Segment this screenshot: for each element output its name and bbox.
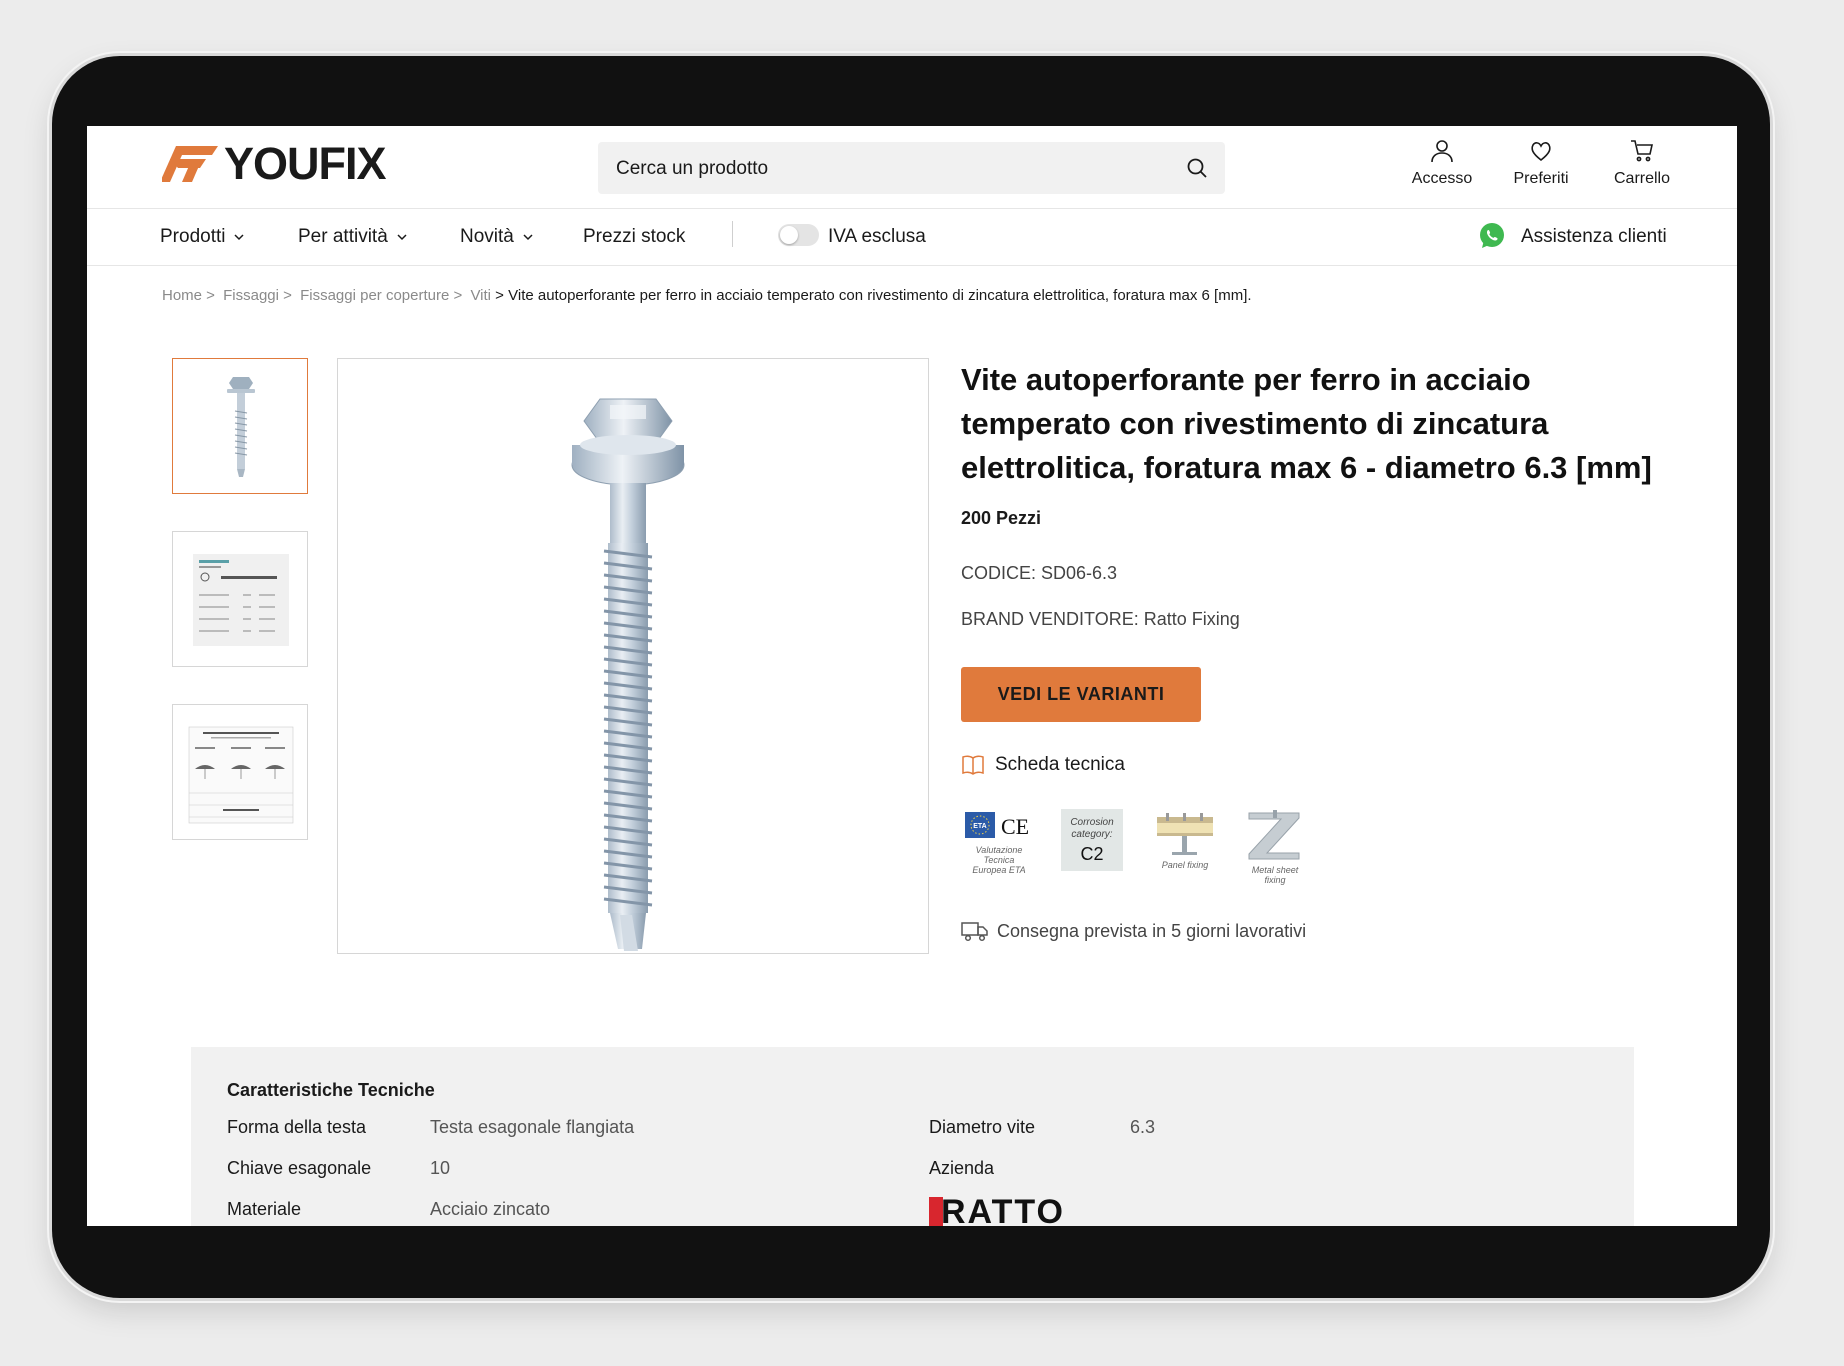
truck-icon — [961, 922, 988, 942]
favorites-button[interactable]: Preferiti — [1504, 138, 1578, 188]
panel-fixing-icon — [1157, 813, 1213, 855]
eta-ce-badge: ETA CE Valutazione Tecnica Europea ETA — [963, 809, 1035, 877]
search-icon[interactable] — [1185, 156, 1209, 180]
vat-toggle[interactable] — [778, 224, 819, 246]
screw-thumbnail-icon — [227, 377, 255, 477]
breadcrumb-current: Vite autoperforante per ferro in acciaio… — [508, 287, 1252, 304]
thumbnail-3[interactable] — [172, 704, 308, 840]
support-link[interactable]: Assistenza clienti — [1521, 226, 1667, 248]
dimension-drawing-icon — [193, 554, 289, 646]
spec-value: Acciaio zincato — [430, 1199, 551, 1219]
spec-key: Forma della testa — [227, 1117, 367, 1137]
product-quantity: 200 Pezzi — [961, 508, 1042, 528]
whatsapp-icon[interactable] — [1477, 221, 1507, 251]
vat-toggle-label: IVA esclusa — [828, 226, 926, 248]
site-logo[interactable]: YOUFIX — [162, 138, 387, 189]
product-code: CODICE: SD06-6.3 — [961, 563, 1118, 583]
login-button[interactable]: Accesso — [1407, 138, 1477, 188]
seller-brand: BRAND VENDITORE: Ratto Fixing — [961, 609, 1240, 629]
browser-screen: YOUFIX Accesso Preferiti Carrello — [87, 126, 1737, 1226]
spec-key: Materiale — [227, 1199, 302, 1219]
nav-news[interactable]: Novità — [460, 226, 535, 248]
heart-icon — [1531, 142, 1551, 162]
product-title: Vite autoperforante per ferro in acciaio… — [961, 362, 1652, 485]
nav-stock-prices[interactable]: Prezzi stock — [583, 226, 685, 248]
spec-key: Azienda — [929, 1158, 995, 1178]
spec-value: 6.3 — [1130, 1117, 1156, 1137]
eta-text: ETA — [973, 823, 986, 830]
spec-key: Chiave esagonale — [227, 1158, 372, 1178]
chevron-down-icon — [397, 234, 407, 241]
eta-ce-icon: ETA CE — [965, 812, 1029, 839]
nav-by-activity[interactable]: Per attività — [298, 226, 409, 248]
breadcrumb-viti[interactable]: Viti — [470, 287, 491, 304]
nav-stock-prices-label: Prezzi stock — [583, 226, 686, 247]
see-variants-button[interactable]: VEDI LE VARIANTI — [961, 667, 1201, 722]
specs-title: Caratteristiche Tecniche — [227, 1080, 435, 1100]
chevron-down-icon — [234, 234, 245, 241]
breadcrumb-home[interactable]: Home > — [162, 287, 215, 304]
cart-label: Carrello — [1613, 170, 1670, 187]
logo-mark-icon — [162, 146, 218, 182]
user-icon — [1431, 140, 1453, 163]
datasheet-link[interactable]: Scheda tecnica — [961, 754, 1125, 776]
product-main-image[interactable] — [337, 358, 929, 954]
panel-fixing-caption: Panel fixing — [1161, 860, 1209, 870]
thumbnail-1[interactable] — [172, 358, 308, 494]
favorites-label: Preferiti — [1513, 170, 1569, 187]
breadcrumb-separator: > — [491, 287, 509, 304]
open-book-icon — [962, 755, 984, 775]
ratto-logo-text: RATTO — [941, 1193, 1065, 1226]
breadcrumb-fissaggi[interactable]: Fissaggi > — [223, 287, 292, 304]
self-drilling-screw-image — [571, 398, 685, 951]
usage-table-icon — [188, 726, 294, 824]
nav-products[interactable]: Prodotti — [160, 226, 246, 248]
corrosion-label: Corrosion category: — [1070, 817, 1114, 840]
vat-toggle-text: IVA esclusa — [828, 226, 926, 247]
ce-text: CE — [1001, 814, 1029, 839]
login-label: Accesso — [1411, 170, 1473, 187]
breadcrumb-coperture[interactable]: Fissaggi per coperture > — [300, 287, 462, 304]
nav-divider — [732, 221, 733, 247]
corrosion-value: C2 — [1080, 844, 1104, 864]
datasheet-label: Scheda tecnica — [995, 754, 1125, 775]
nav-products-label: Prodotti — [160, 226, 226, 247]
nav-news-label: Novità — [460, 226, 514, 247]
spec-value: Testa esagonale flangiata — [430, 1117, 635, 1137]
support-label: Assistenza clienti — [1521, 226, 1667, 247]
tech-specs-panel: Caratteristiche Tecniche Forma della tes… — [191, 1047, 1634, 1226]
delivery-text: Consegna prevista in 5 giorni lavorativi — [997, 920, 1307, 941]
search-input[interactable] — [614, 142, 1178, 196]
panel-fixing-badge: Panel fixing — [1155, 809, 1215, 877]
spec-key: Diametro vite — [929, 1117, 1036, 1137]
corrosion-badge: Corrosion category: C2 — [1061, 809, 1123, 871]
thumbnail-2[interactable] — [172, 531, 308, 667]
metal-sheet-caption: Metal sheet fixing — [1251, 865, 1299, 885]
breadcrumb: Home > Fissaggi > Fissaggi per coperture… — [162, 287, 1252, 304]
company-logo: RATTO — [929, 1193, 1065, 1226]
main-nav: Prodotti Per attività Novità Prezzi stoc… — [87, 209, 1737, 266]
spec-value: 10 — [430, 1158, 451, 1178]
site-header: YOUFIX Accesso Preferiti Carrello — [87, 126, 1737, 209]
search-bar — [598, 142, 1225, 196]
metal-sheet-badge: Metal sheet fixing — [1243, 809, 1307, 889]
eta-caption: Valutazione Tecnica Europea ETA — [972, 845, 1026, 875]
nav-by-activity-label: Per attività — [298, 226, 388, 247]
toggle-knob — [780, 226, 798, 244]
chevron-down-icon — [523, 234, 533, 241]
logo-text: YOUFIX — [224, 138, 387, 189]
cart-icon — [1631, 140, 1653, 162]
cart-button[interactable]: Carrello — [1607, 138, 1677, 188]
delivery-estimate: Consegna prevista in 5 giorni lavorativi — [961, 920, 1306, 942]
metal-sheet-icon — [1248, 810, 1300, 860]
